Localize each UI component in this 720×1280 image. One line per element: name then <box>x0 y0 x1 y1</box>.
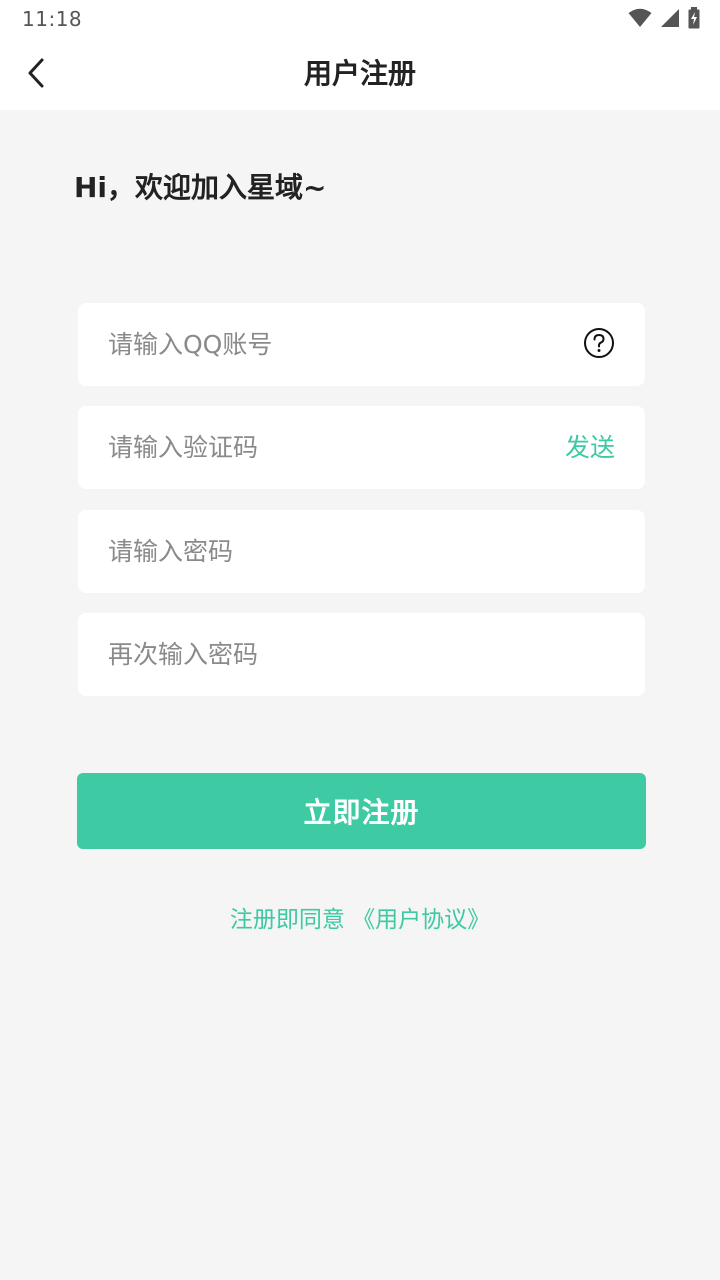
send-code-button[interactable]: 发送 <box>565 406 615 489</box>
signal-icon <box>661 9 679 27</box>
battery-charging-icon <box>688 7 700 29</box>
status-icons <box>628 6 700 30</box>
qq-account-field <box>78 303 645 386</box>
question-circle-icon[interactable] <box>583 327 615 359</box>
wifi-icon <box>628 8 652 27</box>
password-input[interactable] <box>108 510 548 593</box>
agreement-text: 注册即同意 《用户协议》 <box>0 900 720 934</box>
status-bar: 11:18 <box>0 0 720 38</box>
header-background: 11:18 用户注册 <box>0 0 720 110</box>
user-agreement-link[interactable]: 《用户协议》 <box>352 907 490 933</box>
password-field <box>78 510 645 593</box>
nav-bar: 用户注册 <box>0 38 720 110</box>
verification-code-input[interactable] <box>108 406 548 489</box>
confirm-password-input[interactable] <box>108 613 548 696</box>
qq-account-input[interactable] <box>108 303 548 386</box>
verification-code-field: 发送 <box>78 406 645 489</box>
page-title: 用户注册 <box>303 57 416 90</box>
status-time: 11:18 <box>22 7 83 31</box>
register-button[interactable]: 立即注册 <box>77 773 646 849</box>
confirm-password-field <box>78 613 645 696</box>
welcome-heading: Hi，欢迎加入星域~ <box>74 171 327 204</box>
agreement-prefix: 注册即同意 <box>229 907 353 933</box>
